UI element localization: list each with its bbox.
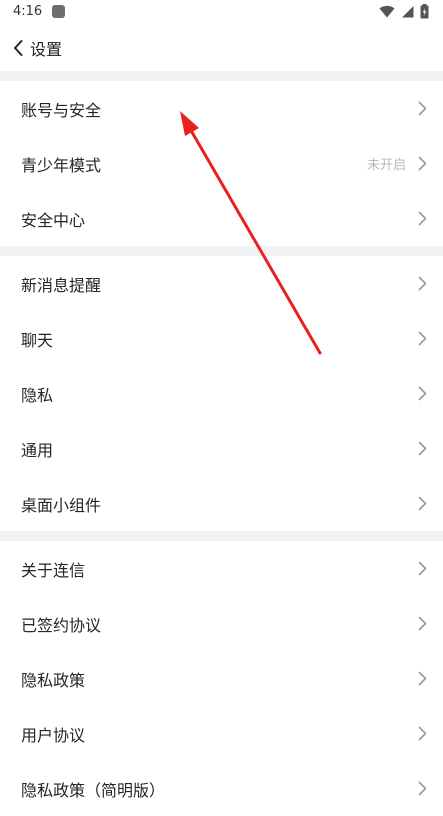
settings-item-privacy[interactable]: 隐私	[0, 366, 443, 421]
settings-item-chat[interactable]: 聊天	[0, 311, 443, 366]
chevron-right-icon	[418, 211, 427, 226]
status-time: 4:16	[13, 4, 43, 19]
signal-icon	[402, 6, 414, 18]
chevron-right-icon	[418, 156, 427, 171]
settings-item-new-message-alerts[interactable]: 新消息提醒	[0, 256, 443, 311]
chevron-right-icon	[418, 276, 427, 291]
chevron-right-icon	[418, 101, 427, 116]
settings-item-label: 已签约协议	[21, 615, 102, 635]
settings-item-privacy-policy-brief[interactable]: 隐私政策（简明版）	[0, 761, 443, 816]
settings-item-teen-mode[interactable]: 青少年模式 未开启	[0, 136, 443, 191]
chevron-right-icon	[418, 561, 427, 576]
settings-item-privacy-policy[interactable]: 隐私政策	[0, 651, 443, 706]
notification-app-icon	[52, 5, 65, 18]
chevron-right-icon	[418, 441, 427, 456]
settings-item-label: 桌面小组件	[21, 495, 102, 515]
settings-item-label: 隐私政策	[21, 670, 86, 690]
status-bar: 4:16	[0, 0, 443, 26]
settings-item-signed-agreements[interactable]: 已签约协议	[0, 596, 443, 651]
header: 设置	[0, 26, 443, 70]
chevron-right-icon	[418, 331, 427, 346]
settings-item-label: 关于连信	[21, 560, 86, 580]
status-icons	[379, 4, 429, 19]
chevron-right-icon	[418, 781, 427, 796]
settings-item-label: 隐私政策（简明版）	[21, 780, 166, 800]
settings-item-account-security[interactable]: 账号与安全	[0, 81, 443, 136]
settings-item-user-agreement[interactable]: 用户协议	[0, 706, 443, 761]
wifi-icon	[379, 5, 395, 18]
settings-item-label: 通用	[21, 440, 54, 460]
settings-item-label: 账号与安全	[21, 100, 102, 120]
battery-icon	[420, 4, 429, 19]
back-button[interactable]: 设置	[12, 35, 62, 61]
settings-item-label: 聊天	[21, 330, 54, 350]
section-divider	[0, 246, 443, 256]
settings-item-label: 安全中心	[21, 210, 86, 230]
settings-item-label: 用户协议	[21, 725, 86, 745]
settings-item-label: 新消息提醒	[21, 275, 102, 295]
chevron-right-icon	[418, 671, 427, 686]
teen-mode-status: 未开启	[366, 158, 406, 173]
settings-item-desktop-widgets[interactable]: 桌面小组件	[0, 476, 443, 531]
section-divider	[0, 71, 443, 81]
section-divider	[0, 531, 443, 541]
settings-item-label: 青少年模式	[21, 155, 102, 175]
settings-item-general[interactable]: 通用	[0, 421, 443, 476]
chevron-right-icon	[418, 386, 427, 401]
chevron-left-icon	[14, 40, 23, 56]
chevron-right-icon	[418, 496, 427, 511]
chevron-right-icon	[418, 726, 427, 741]
chevron-right-icon	[418, 616, 427, 631]
settings-item-security-center[interactable]: 安全中心	[0, 191, 443, 246]
page-title: 设置	[30, 40, 63, 59]
settings-item-about[interactable]: 关于连信	[0, 541, 443, 596]
settings-item-label: 隐私	[21, 385, 54, 405]
